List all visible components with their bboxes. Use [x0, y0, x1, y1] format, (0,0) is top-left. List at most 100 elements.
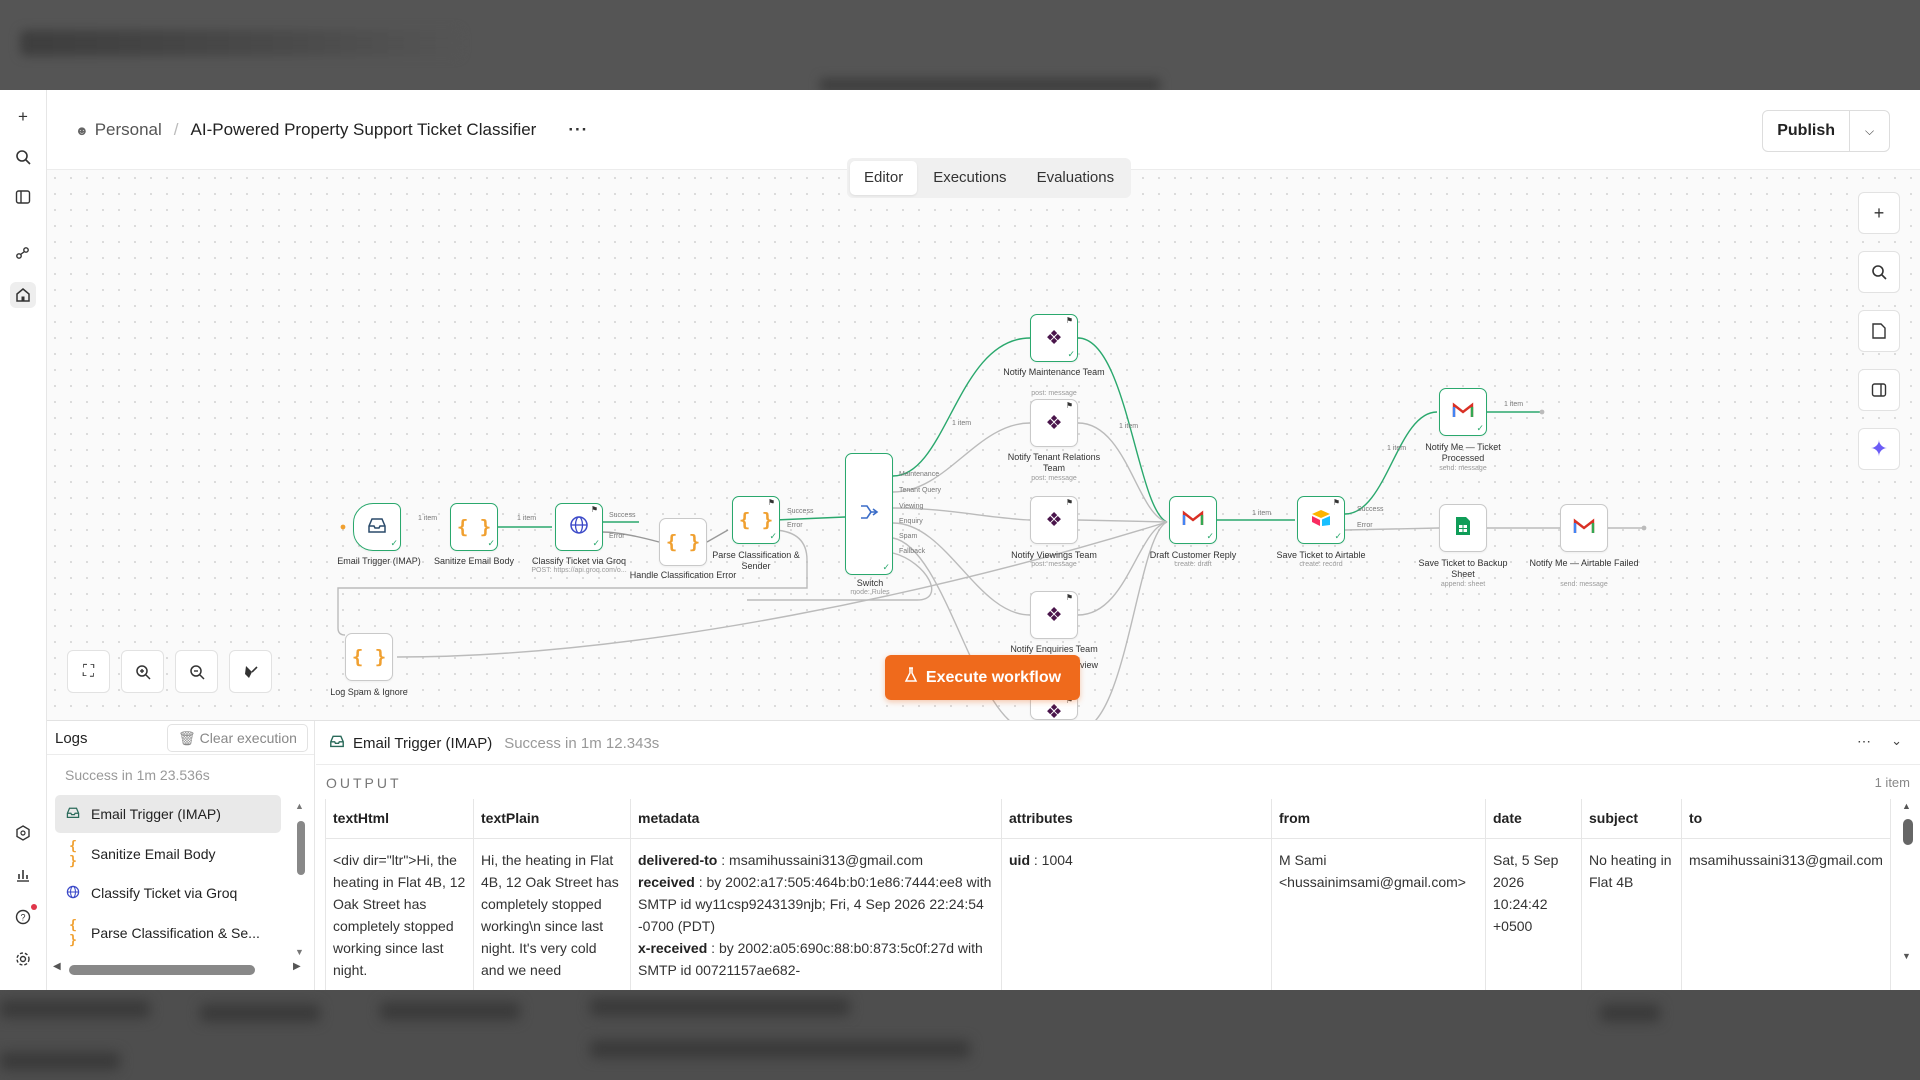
workflow-canvas[interactable]: Editor Executions Evaluations 1 item 1 i… — [47, 158, 1920, 723]
node-notify-me-processed[interactable]: ✓ — [1439, 388, 1487, 436]
check-icon: ✓ — [1476, 423, 1484, 433]
output-panel: Email Trigger (IMAP) Success in 1m 12.34… — [316, 721, 1920, 990]
node-save-airtable[interactable]: ⚑ ✓ — [1297, 496, 1345, 544]
panel-toggle-icon[interactable] — [1858, 369, 1900, 411]
logs-vertical-scrollbar[interactable]: ▲ ▼ — [295, 801, 305, 971]
logs-horizontal-scrollbar[interactable]: ◀ ▶ — [53, 960, 303, 978]
gmail-icon — [1573, 518, 1595, 539]
cell-to: msamihussaini313@gmail.com — [1689, 851, 1883, 868]
node-notify-enquiries[interactable]: ❖ ⚑ — [1030, 591, 1078, 639]
node-label: Notify Me — Ticket Processed — [1425, 442, 1501, 463]
node-notify-me-failed[interactable] — [1560, 504, 1608, 552]
scroll-left-icon[interactable]: ◀ — [53, 961, 61, 972]
node-label: Save Ticket to Airtable — [1276, 550, 1366, 560]
column-header[interactable]: textHtml — [325, 799, 474, 839]
breadcrumb: ☻ Personal / AI-Powered Property Support… — [75, 120, 588, 140]
node-notify-maintenance[interactable]: ❖ ⚑ ✓ — [1030, 314, 1078, 362]
sidebar-toggle-icon[interactable] — [10, 184, 36, 210]
scroll-thumb[interactable] — [69, 965, 255, 975]
ai-assistant-sparkle-icon[interactable]: ✦ — [1858, 428, 1900, 470]
collapse-chevron-icon[interactable]: ⌄ — [1891, 733, 1902, 749]
scroll-down-icon[interactable]: ▼ — [1902, 951, 1911, 961]
node-label: Draft Customer Reply — [1149, 550, 1237, 560]
output-label: OUTPUT — [326, 775, 402, 791]
search-icon[interactable] — [10, 144, 36, 170]
column-header[interactable]: from — [1271, 799, 1486, 839]
node-sanitize[interactable]: { } ✓ — [450, 503, 498, 551]
metadata-key: delivered-to — [638, 851, 718, 868]
zoom-in-icon[interactable] — [121, 650, 164, 693]
templates-icon[interactable] — [10, 820, 36, 846]
log-item-classify[interactable]: Classify Ticket via Groq — [55, 874, 281, 912]
node-parse[interactable]: { } ⚑ ✓ — [732, 496, 780, 544]
publish-button-group: Publish ⌵ — [1762, 110, 1890, 152]
edge-label: Success — [787, 508, 814, 515]
home-icon[interactable] — [10, 282, 36, 308]
inbox-icon — [329, 734, 345, 752]
user-icon: ☻ — [75, 122, 89, 138]
node-notify-tenant[interactable]: ❖ ⚑ — [1030, 399, 1078, 447]
node-notify-viewings[interactable]: ❖ ⚑ — [1030, 496, 1078, 544]
column-header[interactable]: attributes — [1001, 799, 1272, 839]
tidy-up-brush-icon[interactable] — [229, 650, 272, 693]
column-header[interactable]: textPlain — [473, 799, 631, 839]
pin-icon: ⚑ — [1065, 316, 1073, 325]
sparkle-nodes-icon[interactable] — [10, 240, 36, 266]
canvas-zoom-toolbar: ⛶ — [67, 650, 272, 693]
connections-layer — [337, 337, 1647, 720]
zoom-out-icon[interactable] — [175, 650, 218, 693]
log-item-label: Parse Classification & Se... — [91, 925, 260, 941]
column-header[interactable]: date — [1485, 799, 1582, 839]
more-options-icon[interactable]: ⋯ — [1857, 733, 1872, 750]
scroll-up-icon[interactable]: ▲ — [295, 801, 304, 811]
workflow-title[interactable]: AI-Powered Property Support Ticket Class… — [191, 120, 537, 140]
log-item-parse[interactable]: { } Parse Classification & Se... — [55, 914, 281, 952]
scroll-up-icon[interactable]: ▲ — [1902, 801, 1911, 811]
check-icon: ✓ — [1334, 531, 1342, 541]
pin-icon: ⚑ — [1065, 593, 1073, 602]
output-vertical-scrollbar[interactable]: ▲ ▼ — [1902, 801, 1914, 961]
edge-label: 1 item — [418, 515, 438, 522]
output-status: Success in 1m 12.343s — [504, 734, 660, 752]
publish-button[interactable]: Publish — [1763, 111, 1849, 151]
sticky-note-icon[interactable] — [1858, 310, 1900, 352]
check-icon: ✓ — [1206, 531, 1214, 541]
add-icon[interactable]: + — [10, 104, 36, 130]
node-label: Notify Viewings Team — [1011, 550, 1097, 560]
node-handle-error[interactable]: { } — [659, 518, 707, 566]
scroll-thumb[interactable] — [297, 821, 305, 875]
pin-icon: ⚑ — [590, 505, 598, 514]
breadcrumb-workspace[interactable]: Personal — [95, 120, 162, 140]
log-item-email-trigger[interactable]: Email Trigger (IMAP) — [55, 795, 281, 833]
node-email-trigger[interactable]: ✓ — [353, 503, 401, 551]
canvas-right-toolbar: + ✦ — [1858, 192, 1900, 487]
column-header[interactable]: metadata — [630, 799, 1002, 839]
attribute-key: uid — [1009, 851, 1030, 868]
add-node-icon[interactable]: + — [1858, 192, 1900, 234]
fit-view-icon[interactable]: ⛶ — [67, 650, 110, 693]
table-cell: Sat, 5 Sep 2026 10:24:42 +0500 — [1485, 837, 1582, 990]
more-options-icon[interactable]: ··· — [568, 120, 588, 140]
execute-workflow-button[interactable]: Execute workflow — [885, 655, 1080, 700]
settings-gear-icon[interactable] — [10, 946, 36, 972]
column-header[interactable]: subject — [1581, 799, 1682, 839]
insights-icon[interactable] — [10, 862, 36, 888]
scroll-right-icon[interactable]: ▶ — [293, 961, 301, 972]
scroll-thumb[interactable] — [1903, 819, 1913, 845]
node-save-sheet[interactable] — [1439, 504, 1487, 552]
node-draft-reply[interactable]: ✓ — [1169, 496, 1217, 544]
node-log-spam[interactable]: { } — [345, 633, 393, 681]
code-icon: { } — [456, 516, 492, 538]
attribute-value: 1004 — [1041, 851, 1073, 868]
scroll-down-icon[interactable]: ▼ — [295, 947, 304, 957]
node-classify[interactable]: ⚑ ✓ — [555, 503, 603, 551]
logs-header: Logs 🗑 Clear execution — [47, 721, 314, 755]
edge-label: 1 item — [952, 420, 972, 427]
column-header[interactable]: to — [1681, 799, 1891, 839]
chevron-down-icon[interactable]: ⌵ — [1849, 111, 1889, 151]
trash-icon: 🗑 — [178, 730, 196, 746]
search-nodes-icon[interactable] — [1858, 251, 1900, 293]
clear-execution-button[interactable]: 🗑 Clear execution — [167, 724, 308, 752]
log-item-sanitize[interactable]: { } Sanitize Email Body — [55, 835, 281, 873]
node-switch[interactable]: ✓ — [845, 453, 893, 575]
